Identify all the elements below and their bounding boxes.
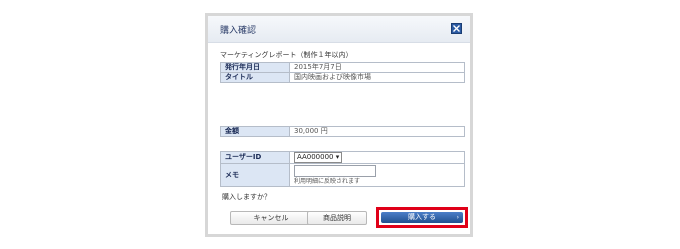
- dialog-title: 購入確認: [220, 26, 257, 36]
- user-id-select[interactable]: AA000000 ▾: [294, 152, 343, 163]
- user-id-label: ユーザーID: [220, 151, 290, 164]
- amount-label: 金額: [220, 126, 290, 137]
- table-row: 金額 30,000 円: [220, 126, 465, 137]
- cancel-button[interactable]: キャンセル: [230, 211, 312, 225]
- product-info-button[interactable]: 商品説明: [307, 211, 367, 225]
- buy-button-label: 購入する: [408, 213, 436, 221]
- issue-date-value: 2015年7月7日: [289, 62, 465, 73]
- table-row: 発行年月日 2015年7月7日: [220, 62, 465, 73]
- buy-button[interactable]: 購入する ›: [381, 212, 463, 223]
- confirm-text: 購入しますか？: [222, 193, 271, 201]
- table-row: メモ 利用明細に反映されます: [220, 163, 465, 187]
- product-heading: マーケティングレポート（制作１年以内）: [220, 51, 353, 59]
- title-value: 国内映画および映像市場: [289, 72, 465, 83]
- table-row: ユーザーID AA000000 ▾: [220, 151, 465, 164]
- chevron-down-icon: ▾: [335, 153, 340, 161]
- user-memo-table: ユーザーID AA000000 ▾ メモ 利用明細に反映されます: [220, 151, 465, 187]
- close-icon[interactable]: [451, 23, 462, 34]
- memo-input[interactable]: [294, 165, 376, 177]
- title-label: タイトル: [220, 72, 290, 83]
- product-info-table: 発行年月日 2015年7月7日 タイトル 国内映画および映像市場: [220, 62, 465, 83]
- chevron-right-icon: ›: [456, 214, 459, 221]
- purchase-confirm-dialog: 購入確認 マーケティングレポート（制作１年以内） 発行年月日 2015年7月7日…: [205, 13, 473, 237]
- issue-date-label: 発行年月日: [220, 62, 290, 73]
- amount-value: 30,000 円: [289, 126, 465, 137]
- table-row: タイトル 国内映画および映像市場: [220, 72, 465, 83]
- memo-label: メモ: [220, 163, 290, 187]
- dialog-titlebar: 購入確認: [208, 16, 470, 43]
- amount-table: 金額 30,000 円: [220, 126, 465, 137]
- memo-note: 利用明細に反映されます: [294, 178, 361, 185]
- buy-button-highlight: 購入する ›: [376, 207, 468, 228]
